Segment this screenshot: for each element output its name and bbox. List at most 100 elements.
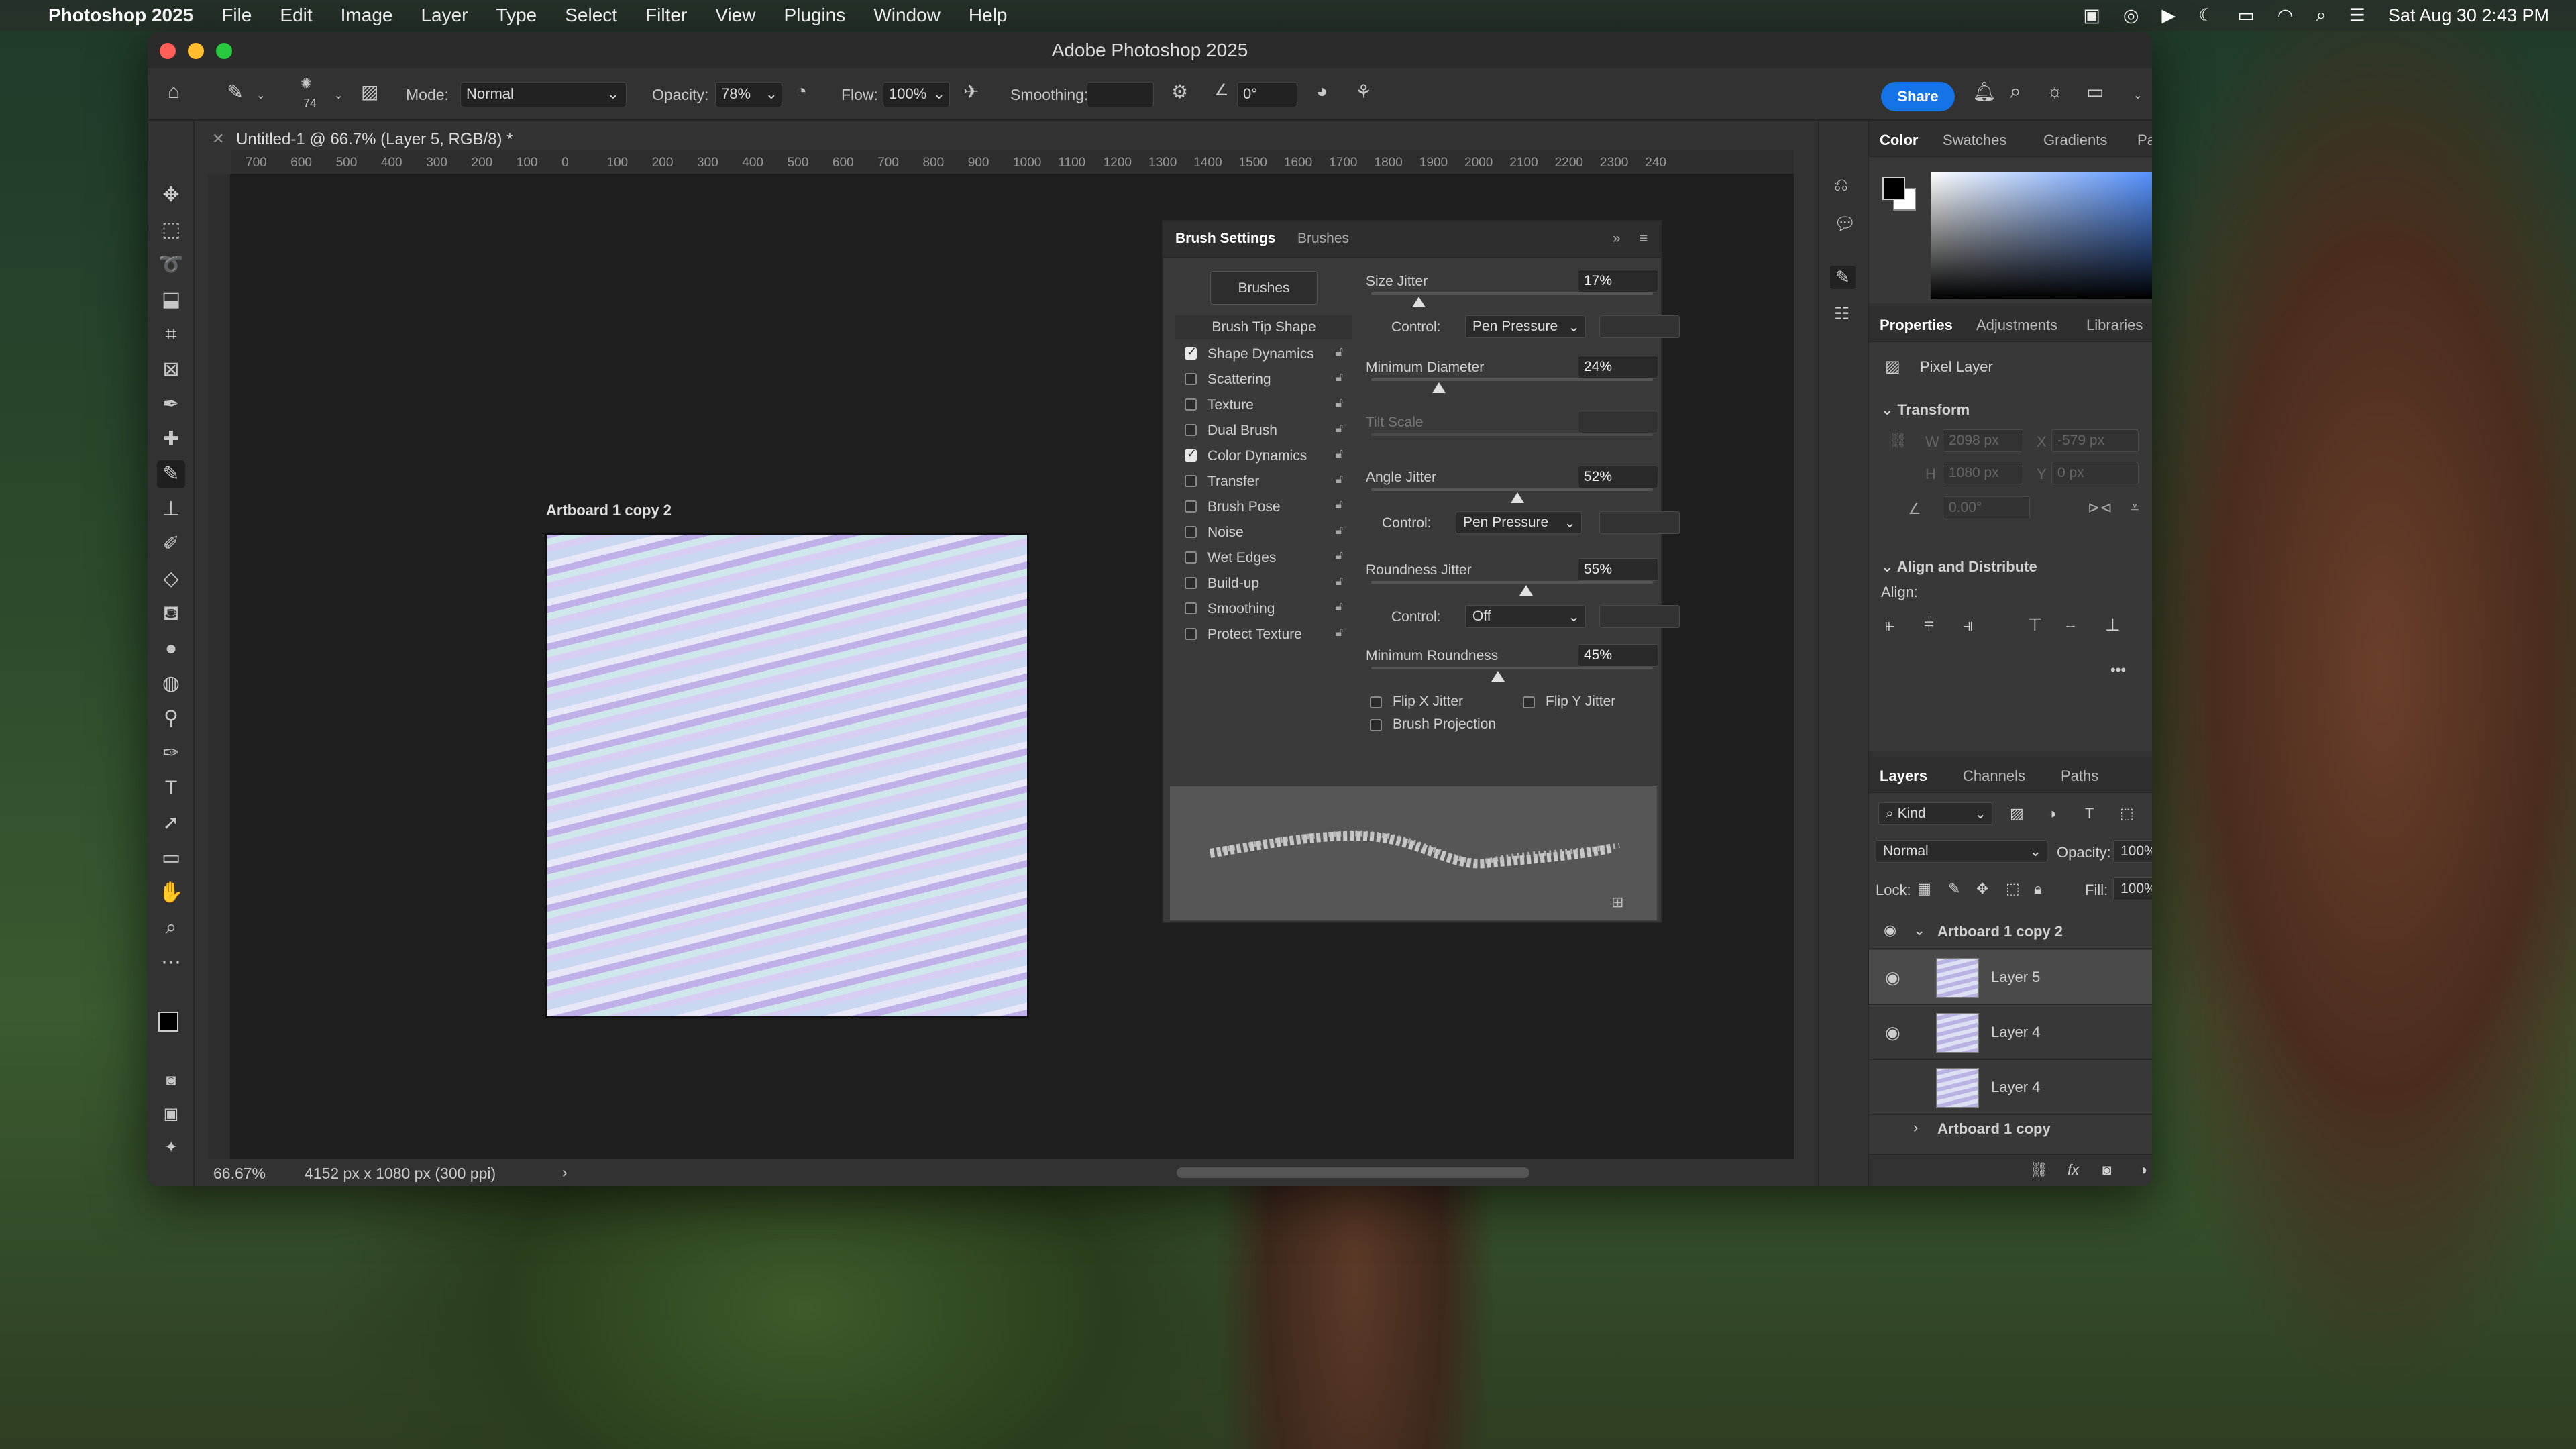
vertical-ruler[interactable] xyxy=(208,174,231,1186)
min-diameter-thumb[interactable] xyxy=(1432,382,1446,393)
brush-option-color-dynamics[interactable]: Color Dynamics 🔓︎ xyxy=(1175,444,1352,467)
lock-icon[interactable]: 🔓︎ xyxy=(1335,396,1343,410)
lock-icon[interactable]: 🔓︎ xyxy=(1335,549,1343,563)
lock-all-icon[interactable]: 🔒︎ xyxy=(2034,880,2042,898)
flip-horizontal-icon[interactable]: ⊳⊲ xyxy=(2088,499,2112,517)
blend-mode-select[interactable]: Normal ⌄ xyxy=(1876,840,2047,863)
tab-libraries[interactable]: Libraries xyxy=(2086,317,2143,334)
adjustment-layer-icon[interactable]: ◑ xyxy=(2139,1161,2147,1179)
size-jitter-input[interactable]: 17% xyxy=(1578,270,1658,292)
flip-vertical-icon[interactable]: ⩡ xyxy=(2131,499,2139,517)
chevron-right-icon[interactable]: › xyxy=(1913,1119,1918,1136)
menu-help[interactable]: Help xyxy=(969,5,1008,26)
control-select[interactable]: Off ⌄ xyxy=(1465,605,1586,628)
brush-projection-checkbox[interactable] xyxy=(1370,719,1382,731)
flip-x-checkbox[interactable] xyxy=(1370,696,1382,708)
pressure-size-icon[interactable]: ◕ xyxy=(1316,80,1328,102)
size-jitter-thumb[interactable] xyxy=(1412,297,1426,307)
screen-mode-icon[interactable]: ▣ xyxy=(157,1100,185,1128)
brush-size-value[interactable]: 74 xyxy=(303,97,317,111)
tab-patterns[interactable]: Patterns xyxy=(2137,131,2152,149)
home-icon[interactable]: ⌂ xyxy=(168,80,180,103)
lock-transparent-icon[interactable]: ▦ xyxy=(1917,880,1931,898)
control-select[interactable]: Pen Pressure ⌄ xyxy=(1465,315,1586,338)
control-fade-input[interactable] xyxy=(1599,511,1680,534)
pressure-opacity-icon[interactable]: ◔ xyxy=(796,80,807,102)
layer-opacity-input[interactable]: 100%⌄ xyxy=(2113,840,2152,863)
layer-group-row[interactable]: › Artboard 1 copy xyxy=(1869,1112,2152,1146)
tab-swatches[interactable]: Swatches xyxy=(1943,131,2006,149)
tab-brushes[interactable]: Brushes xyxy=(1297,231,1349,247)
chevron-down-icon[interactable]: ⌄ xyxy=(334,89,343,102)
eraser-tool-icon[interactable]: ◇ xyxy=(157,565,185,593)
lock-icon[interactable]: 🔓︎ xyxy=(1335,447,1343,461)
flow-input[interactable]: 100% ⌄ xyxy=(883,82,950,107)
paint-bucket-tool-icon[interactable]: ⛾ xyxy=(157,600,185,628)
healing-brush-tool-icon[interactable]: ✚ xyxy=(157,425,185,453)
battery-icon[interactable]: ▭ xyxy=(2237,5,2255,26)
minimize-window-button[interactable] xyxy=(188,43,204,59)
height-input[interactable]: 1080 px xyxy=(1943,462,2023,484)
eyedropper-tool-icon[interactable]: ✒ xyxy=(157,390,185,419)
menu-plugins[interactable]: Plugins xyxy=(784,5,845,26)
brush-option-checkbox[interactable] xyxy=(1185,398,1197,411)
comments-icon[interactable]: 💬︎ xyxy=(1834,213,1856,234)
angle-jitter-thumb[interactable] xyxy=(1511,492,1525,503)
flip-y-checkbox[interactable] xyxy=(1523,696,1535,708)
collapse-panel-icon[interactable]: » xyxy=(1613,231,1621,247)
angle-input[interactable]: 0° xyxy=(1237,82,1297,107)
brush-tool-icon[interactable]: ✎ xyxy=(157,460,185,488)
filter-pixel-icon[interactable]: ▨ xyxy=(2010,805,2024,822)
lock-icon[interactable]: 🔓︎ xyxy=(1335,370,1343,384)
brush-settings-panel-icon[interactable]: ✎ xyxy=(1830,266,1856,289)
brush-option-brush-pose[interactable]: Brush Pose 🔓︎ xyxy=(1175,495,1352,518)
gear-icon[interactable]: ⚙ xyxy=(1171,80,1188,103)
menu-window[interactable]: Window xyxy=(873,5,941,26)
history-icon[interactable]: ⎌ xyxy=(1834,174,1848,196)
lock-icon[interactable]: 🔓︎ xyxy=(1335,523,1343,537)
menubar-clock[interactable]: Sat Aug 30 2:43 PM xyxy=(2388,5,2549,26)
chevron-down-icon[interactable]: ⌄ xyxy=(1913,922,1925,939)
horizontal-ruler[interactable]: 700 600 500 400 300 200 100 0 100 200 300 400 500 600… xyxy=(231,150,1794,174)
chevron-down-icon[interactable]: ⌄ xyxy=(256,89,265,102)
menu-image[interactable]: Image xyxy=(341,5,393,26)
brush-option-wet-edges[interactable]: Wet Edges 🔓︎ xyxy=(1175,546,1352,569)
width-input[interactable]: 2098 px xyxy=(1943,429,2023,452)
brush-preset-picker-icon[interactable]: ✺ xyxy=(301,75,312,92)
menu-filter[interactable]: Filter xyxy=(645,5,687,26)
clone-stamp-tool-icon[interactable]: ⊥ xyxy=(157,495,185,523)
brush-tool-preset-icon[interactable]: ✎ xyxy=(227,80,244,104)
menu-file[interactable]: File xyxy=(221,5,252,26)
layer-group-row[interactable]: ◉ ⌄ Artboard 1 copy 2 xyxy=(1869,915,2152,949)
layer-filter-kind-select[interactable]: ⌕ Kind ⌄ xyxy=(1878,802,1992,825)
pen-tool-icon[interactable]: ✑ xyxy=(157,739,185,767)
brush-option-checkbox[interactable] xyxy=(1185,373,1197,385)
link-icon[interactable]: ⛓ xyxy=(1889,432,1908,449)
more-tools-icon[interactable]: ⋯ xyxy=(157,949,185,977)
lightbulb-icon[interactable]: ☼ xyxy=(2046,80,2063,102)
type-tool-icon[interactable]: T xyxy=(157,774,185,802)
more-options-icon[interactable]: ••• xyxy=(2110,661,2126,679)
fx-icon[interactable]: fx xyxy=(2068,1161,2079,1179)
brushes-button[interactable]: Brushes xyxy=(1210,271,1318,305)
brush-option-checkbox[interactable] xyxy=(1185,602,1197,614)
brush-option-build-up[interactable]: Build-up 🔓︎ xyxy=(1175,572,1352,594)
brush-option-checkbox[interactable] xyxy=(1185,447,1197,462)
brush-option-checkbox[interactable] xyxy=(1185,577,1197,589)
tab-brush-settings[interactable]: Brush Settings xyxy=(1175,231,1275,247)
marquee-tool-icon[interactable]: ⬚ xyxy=(157,216,185,244)
moon-icon[interactable]: ☾ xyxy=(2198,5,2214,26)
chevron-right-icon[interactable]: › xyxy=(562,1163,568,1181)
lock-icon[interactable]: 🔓︎ xyxy=(1335,472,1343,486)
horizontal-scrollbar[interactable] xyxy=(1177,1167,1529,1178)
tab-gradients[interactable]: Gradients xyxy=(2043,131,2107,149)
align-center-icon[interactable]: ⫩ xyxy=(1924,614,1934,636)
adjustments-panel-icon[interactable]: ☷ xyxy=(1834,303,1849,324)
roundness-jitter-input[interactable]: 55% xyxy=(1578,558,1658,581)
menu-select[interactable]: Select xyxy=(565,5,617,26)
menu-layer[interactable]: Layer xyxy=(421,5,468,26)
roundness-jitter-slider[interactable] xyxy=(1371,581,1653,584)
eye-icon[interactable]: ◉ xyxy=(1885,1022,1900,1043)
tab-paths[interactable]: Paths xyxy=(2061,767,2098,785)
brush-option-checkbox[interactable] xyxy=(1185,345,1197,360)
